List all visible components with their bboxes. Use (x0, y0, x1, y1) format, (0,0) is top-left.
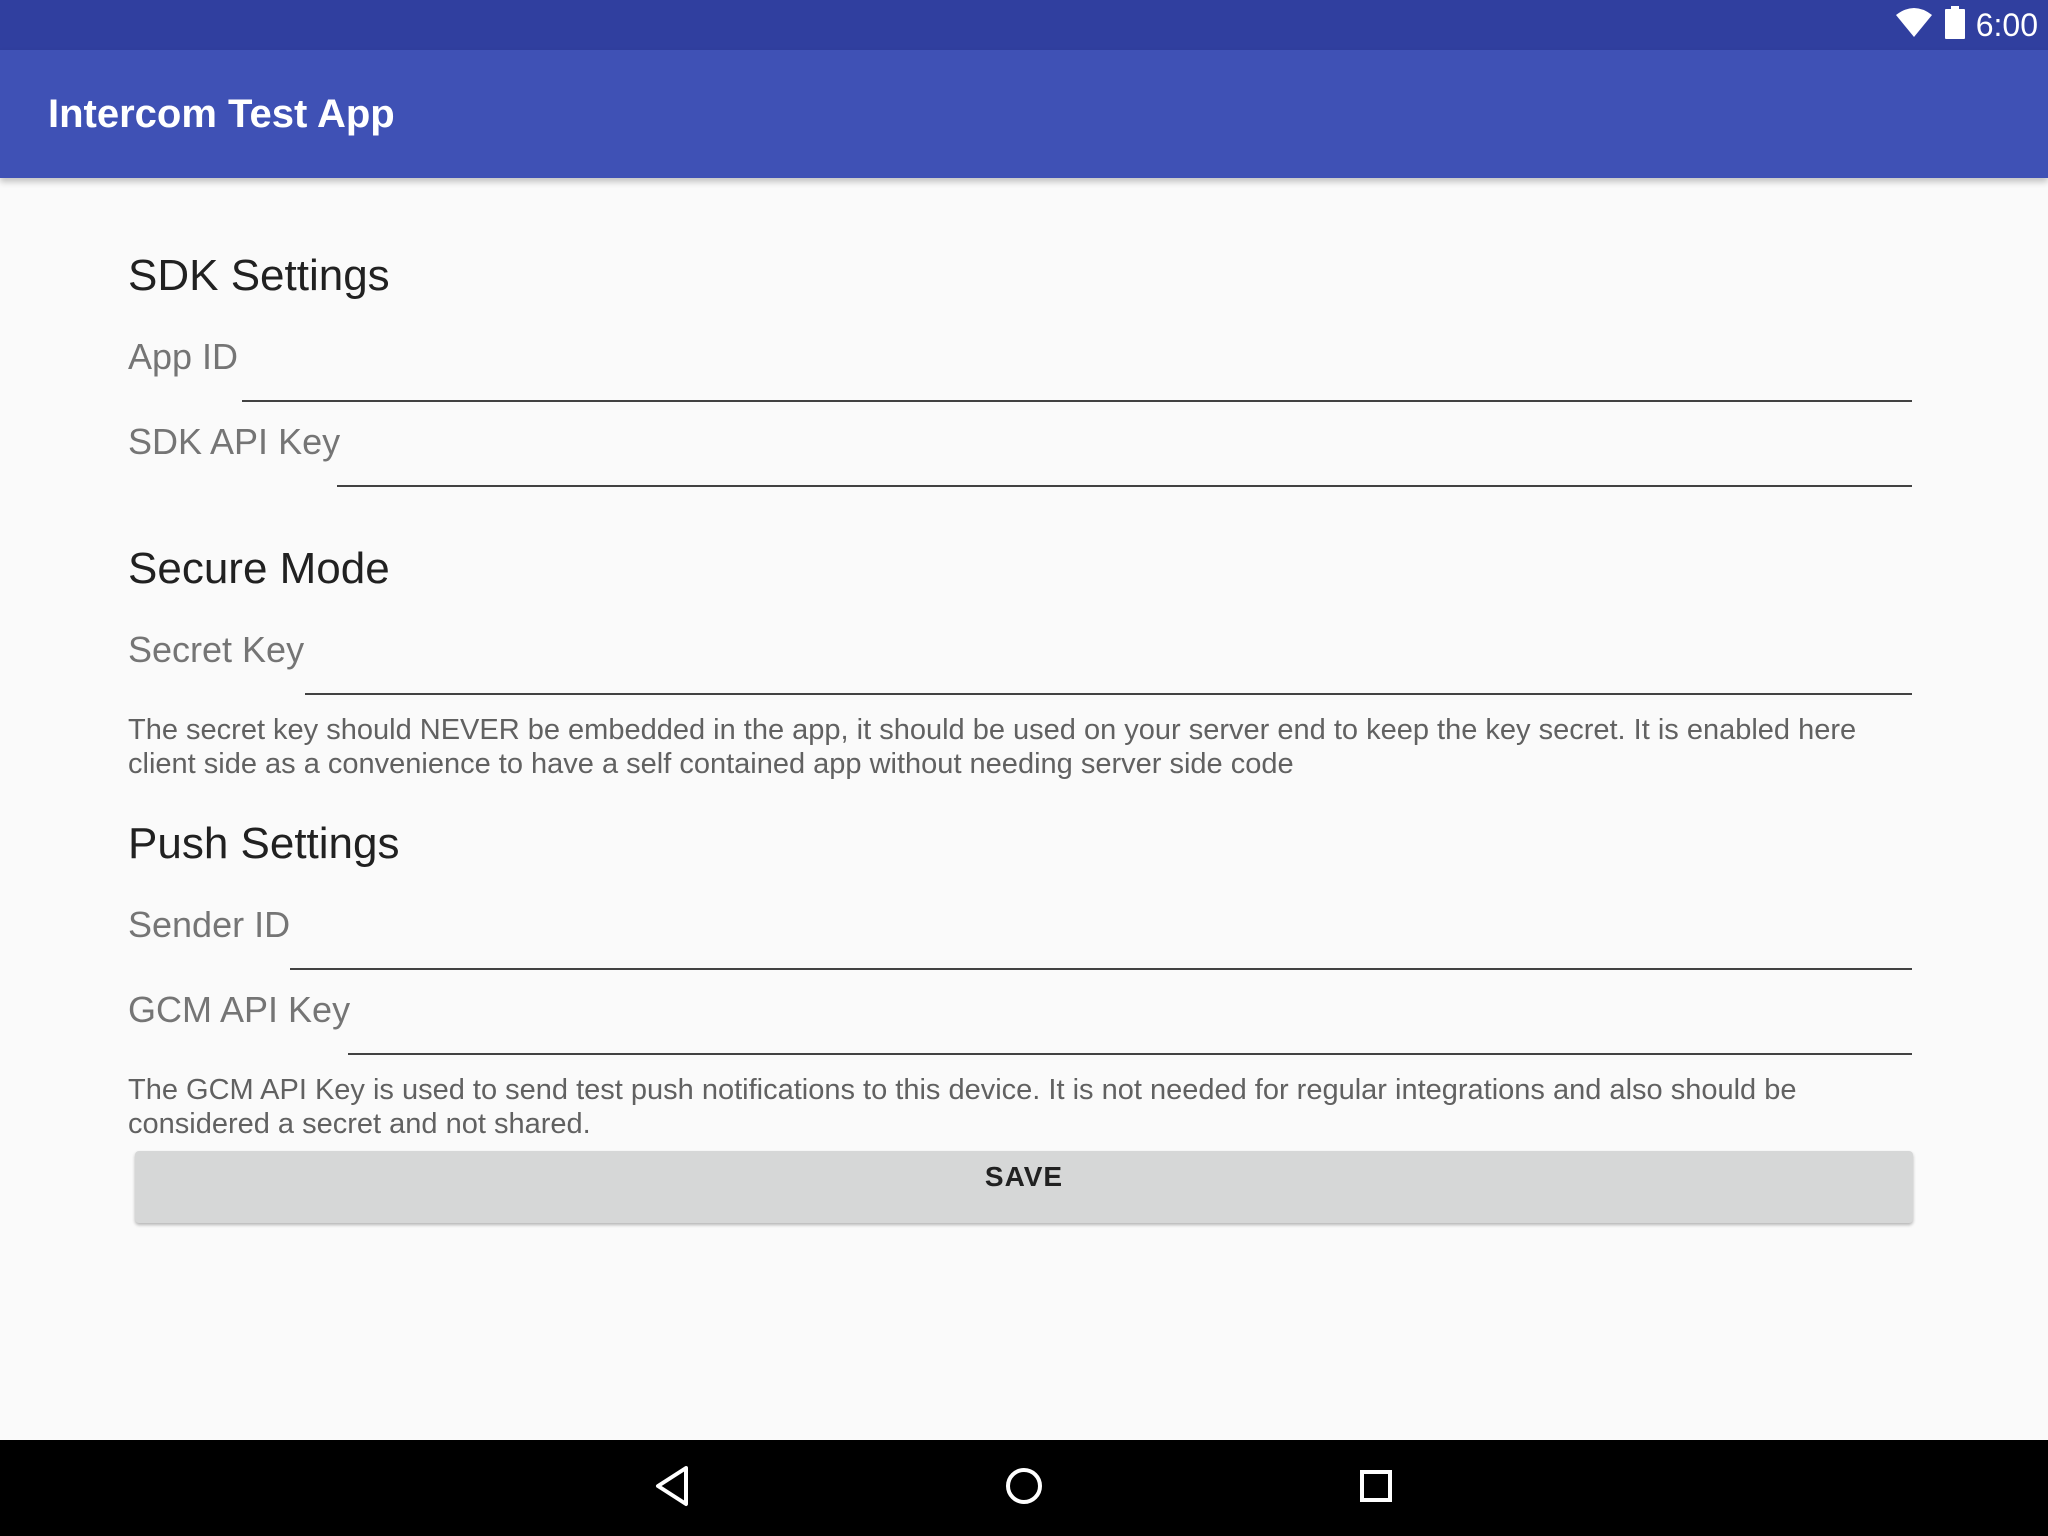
secret-key-label: Secret Key (128, 629, 305, 670)
home-icon (1004, 1466, 1044, 1511)
recents-button[interactable] (1346, 1458, 1406, 1518)
sdk-api-key-label: SDK API Key (128, 421, 341, 462)
home-button[interactable] (994, 1458, 1054, 1518)
battery-icon (1944, 5, 1966, 45)
gcm-api-key-label: GCM API Key (128, 989, 351, 1030)
app-bar: Intercom Test App (0, 50, 2048, 178)
gcm-api-key-input[interactable] (348, 1009, 1912, 1055)
sdk-api-key-input[interactable] (337, 441, 1912, 487)
gcm-api-key-help-text: The GCM API Key is used to send test pus… (128, 1074, 1797, 1140)
save-button[interactable]: SAVE (135, 1151, 1913, 1223)
sender-id-label: Sender ID (128, 904, 291, 945)
status-time: 6:00 (1975, 6, 2038, 43)
push-settings-heading: Push Settings (128, 819, 400, 868)
recents-icon (1358, 1468, 1394, 1509)
sender-id-input[interactable] (290, 924, 1912, 970)
app-id-label: App ID (128, 336, 239, 377)
status-bar: 6:00 (0, 0, 2048, 50)
sdk-settings-heading: SDK Settings (128, 251, 390, 300)
back-button[interactable] (642, 1458, 702, 1518)
app-title: Intercom Test App (48, 92, 395, 136)
settings-form: SDK Settings App ID SDK API Key Secure M… (0, 178, 2048, 1440)
wifi-icon (1894, 7, 1934, 44)
app-id-input[interactable] (242, 356, 1912, 402)
secret-key-input[interactable] (305, 649, 1912, 695)
status-icons: 6:00 (1894, 0, 2038, 50)
secret-key-help-text: The secret key should NEVER be embedded … (128, 714, 1857, 780)
back-icon (652, 1464, 692, 1513)
navigation-bar (0, 1440, 2048, 1536)
secure-mode-heading: Secure Mode (128, 544, 390, 593)
